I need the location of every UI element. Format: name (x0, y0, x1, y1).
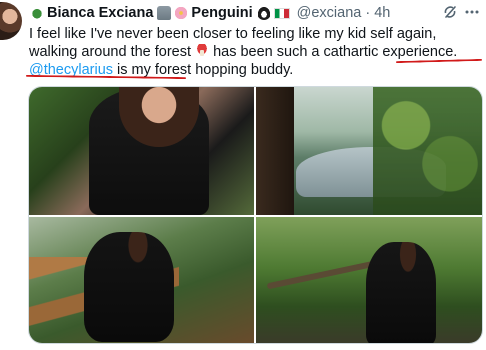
moai-emoji (157, 6, 172, 20)
separator-dot: · (365, 5, 371, 21)
refresh-icon[interactable] (441, 4, 459, 22)
photo-1[interactable] (29, 87, 254, 215)
tweet-text: I feel like I've never been closer to fe… (29, 25, 481, 79)
penguin-emoji (256, 6, 271, 20)
photo-4-branch (266, 260, 376, 290)
photo-2-tree (256, 87, 294, 215)
tweet-text-part-2: has been such a cathartic experience. (209, 44, 458, 60)
photo-2[interactable] (256, 87, 482, 215)
display-name-suffix[interactable]: Penguini (191, 5, 252, 21)
display-name[interactable]: Bianca Exciana (47, 5, 153, 21)
tweet[interactable]: Bianca Exciana Penguini @exciana · 4h I … (0, 0, 486, 350)
avatar[interactable] (0, 2, 22, 40)
photo-3-person (84, 232, 174, 342)
refresh-icon-svg (444, 6, 456, 18)
photo-3[interactable] (29, 217, 254, 343)
mushroom-emoji (195, 44, 210, 57)
tweet-time[interactable]: 4h (374, 5, 390, 21)
more-icon-svg (465, 10, 479, 14)
bug-emoji (30, 6, 44, 20)
more-icon[interactable] (463, 4, 481, 22)
photo-2-foliage (373, 87, 482, 215)
author-handle[interactable]: @exciana (297, 5, 362, 21)
tweet-header: Bianca Exciana Penguini @exciana · 4h (30, 4, 390, 22)
photo-4-person (366, 242, 436, 343)
media-grid (28, 86, 483, 344)
photo-4[interactable] (256, 217, 482, 343)
cherry-blossom-emoji (174, 6, 189, 20)
italy-flag-emoji (273, 7, 290, 19)
